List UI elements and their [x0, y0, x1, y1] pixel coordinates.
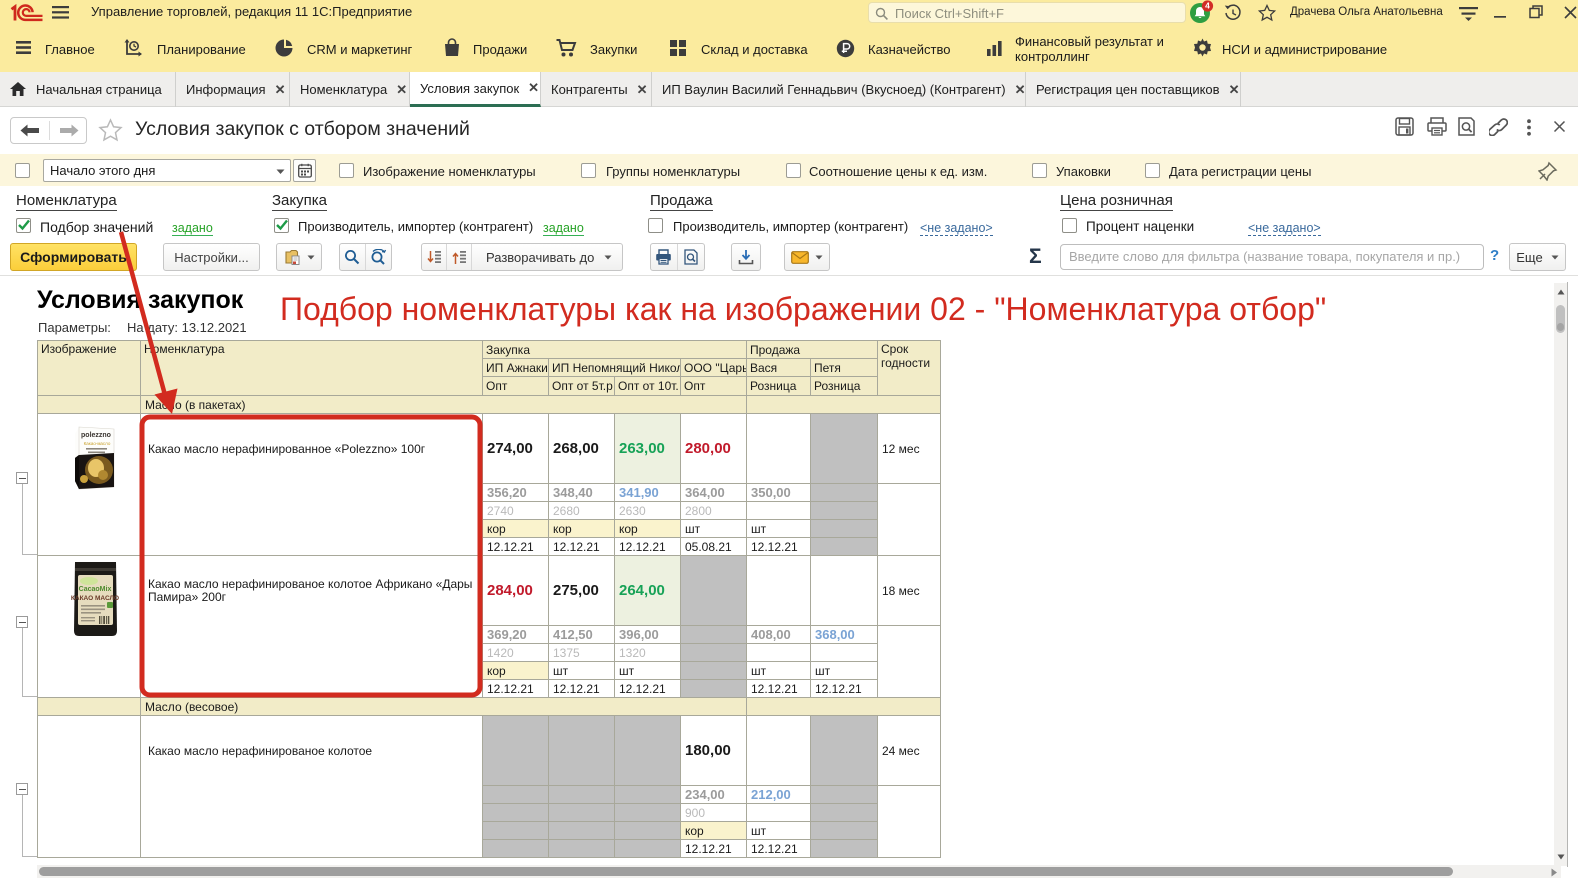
svg-text:polezzno: polezzno	[81, 432, 111, 439]
svg-text:CacaoMix: CacaoMix	[79, 586, 112, 593]
svg-text:Какао-масло: Какао-масло	[84, 441, 111, 446]
svg-text:КАКАО МАСЛО: КАКАО МАСЛО	[71, 595, 119, 602]
svg-text:4: 4	[1205, 0, 1210, 10]
